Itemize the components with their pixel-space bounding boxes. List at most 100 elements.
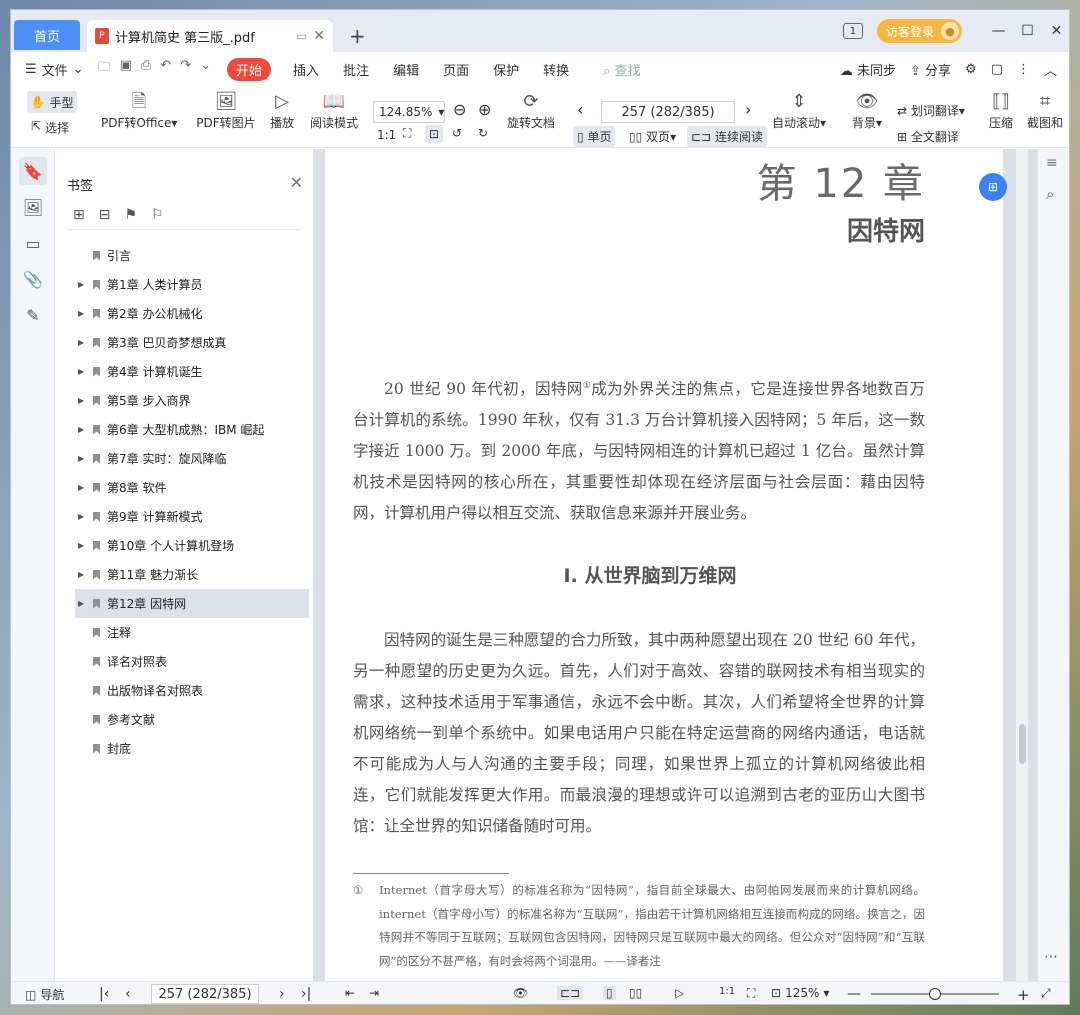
bookmark-item[interactable]: 参考文献 <box>75 705 309 734</box>
comment-icon[interactable]: ▭ <box>19 229 47 257</box>
bookmark-item[interactable]: ▶ 第2章 办公机械化 <box>75 299 309 328</box>
expand-arrow-icon[interactable]: ▶ <box>78 512 84 521</box>
word-translate-button[interactable]: ⇄ 划词翻译▾ <box>897 102 965 119</box>
share-button[interactable]: ⇪ 分享 <box>910 60 951 79</box>
rotate-left-icon[interactable]: ↺ <box>452 126 462 140</box>
fit-width-icon[interactable]: ⊡ <box>425 125 444 143</box>
search-text-icon[interactable]: ⌕ <box>1046 185 1054 203</box>
full-translate-button[interactable]: ⊞ 全文翻译 <box>897 128 959 145</box>
play-icon[interactable]: ▷ <box>675 986 684 1000</box>
page-number-input[interactable]: 257 (282/385) <box>601 101 735 123</box>
open-folder-icon[interactable]: 🗀 <box>98 58 111 80</box>
single-page-button[interactable]: ▯ 单页 <box>573 126 616 147</box>
continuous-view-icon[interactable]: ⊏⊐ <box>557 986 584 1000</box>
menu-start[interactable]: 开始 <box>227 57 272 81</box>
bookmark-item[interactable]: 封底 <box>75 734 309 763</box>
signature-icon[interactable]: ✎ <box>19 301 47 329</box>
bookmark-item[interactable]: ▶ 第7章 实时：旋风降临 <box>75 444 309 473</box>
zoom-status[interactable]: ⊡ 125% ▾ <box>771 986 829 1000</box>
next-page-icon[interactable]: › <box>745 100 751 119</box>
file-menu[interactable]: ☰ 文件 ⌄ <box>25 60 84 79</box>
back-icon[interactable]: ⇤ <box>345 986 355 1000</box>
fullscreen-icon[interactable]: ⤢ <box>1041 986 1051 1001</box>
expand-arrow-icon[interactable]: ▶ <box>78 338 84 347</box>
bookmark-item[interactable]: ▶ 第11章 魅力渐长 <box>75 560 309 589</box>
reading-mode-button[interactable]: 📖 阅读模式 <box>309 90 359 131</box>
bookmark-item[interactable]: ▶ 第10章 个人计算机登场 <box>75 531 309 560</box>
floating-tool-button[interactable]: ⊞ <box>979 173 1007 201</box>
zoom-slider[interactable] <box>871 988 999 1000</box>
bookmark-icon[interactable]: 🔖 <box>19 157 47 185</box>
bookmark-item[interactable]: ▶ 第5章 步入商界 <box>75 386 309 415</box>
menu-protect[interactable]: 保护 <box>493 60 519 79</box>
expand-arrow-icon[interactable]: ▶ <box>78 396 84 405</box>
more-icon[interactable]: ⋮ <box>1017 62 1030 77</box>
footnote-ref[interactable]: ① <box>583 381 591 391</box>
pin-icon[interactable]: ▭ <box>296 29 307 43</box>
compress-button[interactable]: ⟦⟧ 压缩 <box>987 90 1015 131</box>
menu-page[interactable]: 页面 <box>443 60 469 79</box>
bookmark-item[interactable]: 注释 <box>75 618 309 647</box>
bookmark-item[interactable]: ▶ 第9章 计算新模式 <box>75 502 309 531</box>
more-icon[interactable]: ⋯ <box>1044 949 1058 965</box>
collapse-all-icon[interactable]: ⊟ <box>99 207 111 223</box>
continuous-reading-button[interactable]: ⊏⊐ 连续阅读 <box>687 126 767 147</box>
menu-insert[interactable]: 插入 <box>293 60 319 79</box>
attachment-icon[interactable]: 📎 <box>19 265 47 293</box>
expand-arrow-icon[interactable]: ▶ <box>78 309 84 318</box>
rotate-right-icon[interactable]: ↻ <box>478 126 488 140</box>
expand-arrow-icon[interactable]: ▶ <box>78 367 84 376</box>
expand-arrow-icon[interactable]: ▶ <box>78 541 84 550</box>
save-icon[interactable]: ▣ <box>120 58 132 80</box>
zoom-in-icon[interactable]: ⊕ <box>478 100 491 119</box>
document-viewport[interactable]: 第 12 章 因特网 20 世纪 90 年代初，因特网①成为外界关注的焦点，它是… <box>313 149 1037 981</box>
background-button[interactable]: 👁 背景▾ <box>847 90 887 131</box>
bookmark-settings-icon[interactable]: ⚐ <box>151 207 164 223</box>
bookmark-item[interactable]: ▶ 第8章 软件 <box>75 473 309 502</box>
sync-status[interactable]: ☁ 未同步 <box>840 60 896 79</box>
vertical-scrollbar[interactable] <box>1016 149 1028 981</box>
expand-arrow-icon[interactable]: ▶ <box>78 425 84 434</box>
zoom-slider-handle[interactable] <box>929 988 941 1000</box>
add-bookmark-icon[interactable]: ⚑ <box>124 207 137 223</box>
zoom-select[interactable]: 124.85% ▾ <box>373 101 445 123</box>
print-icon[interactable]: ⎙ <box>141 58 151 80</box>
scrollbar-thumb[interactable] <box>1019 724 1026 764</box>
bookmark-item[interactable]: 引言 <box>75 241 309 270</box>
expand-arrow-icon[interactable]: ▶ <box>78 280 84 289</box>
next-page-icon[interactable]: › <box>279 986 285 1002</box>
minimize-icon[interactable]: — <box>984 23 1013 39</box>
redo-icon[interactable]: ↷ <box>180 58 191 80</box>
window-count-badge[interactable]: 1 <box>842 23 863 39</box>
menu-convert[interactable]: 转换 <box>543 60 569 79</box>
menu-edit[interactable]: 编辑 <box>393 60 419 79</box>
expand-arrow-icon[interactable]: ▶ <box>78 483 84 492</box>
rotate-document-button[interactable]: ⟳ 旋转文档 <box>505 90 557 131</box>
menu-annotate[interactable]: 批注 <box>343 60 369 79</box>
single-page-view-icon[interactable]: ▯ <box>603 986 616 1000</box>
bookmark-item[interactable]: 译名对照表 <box>75 647 309 676</box>
settings-icon[interactable]: ⚙ <box>965 62 977 77</box>
bookmark-item[interactable]: ▶ 第1章 人类计算员 <box>75 270 309 299</box>
pdf-to-office-button[interactable]: 🗎 PDF转Office▾ <box>101 90 177 131</box>
fit-page-icon[interactable]: ⛶ <box>747 986 755 1001</box>
search-box[interactable]: ⌕ 查找 <box>603 60 640 79</box>
forward-icon[interactable]: ⇥ <box>369 986 379 1000</box>
tab-document[interactable]: P 计算机简史 第三版_.pdf ▭ ✕ <box>87 20 333 52</box>
expand-arrow-icon[interactable]: ▶ <box>78 454 84 463</box>
auto-scroll-button[interactable]: ⇕ 自动滚动▾ <box>769 90 829 131</box>
zoom-out-icon[interactable]: — <box>847 986 861 1002</box>
collapse-ribbon-icon[interactable]: ︿ <box>1044 60 1057 79</box>
pdf-to-image-button[interactable]: 🖼 PDF转图片 <box>195 90 257 131</box>
zoom-out-icon[interactable]: ⊖ <box>453 100 466 119</box>
expand-arrow-icon[interactable]: ▶ <box>78 570 84 579</box>
bookmark-item[interactable]: ▶ 第6章 大型机成熟：IBM 崛起 <box>75 415 309 444</box>
close-tab-icon[interactable]: ✕ <box>313 28 325 44</box>
last-page-icon[interactable]: ›| <box>301 986 311 1002</box>
actual-size-icon[interactable]: 1:1 <box>719 986 735 997</box>
thumbnail-icon[interactable]: 🖼 <box>19 193 47 221</box>
first-page-icon[interactable]: |‹ <box>99 986 109 1002</box>
close-window-icon[interactable]: ✕ <box>1042 23 1069 39</box>
guest-login-button[interactable]: 访客登录 ● <box>876 19 962 43</box>
zoom-in-icon[interactable]: + <box>1017 986 1030 1004</box>
